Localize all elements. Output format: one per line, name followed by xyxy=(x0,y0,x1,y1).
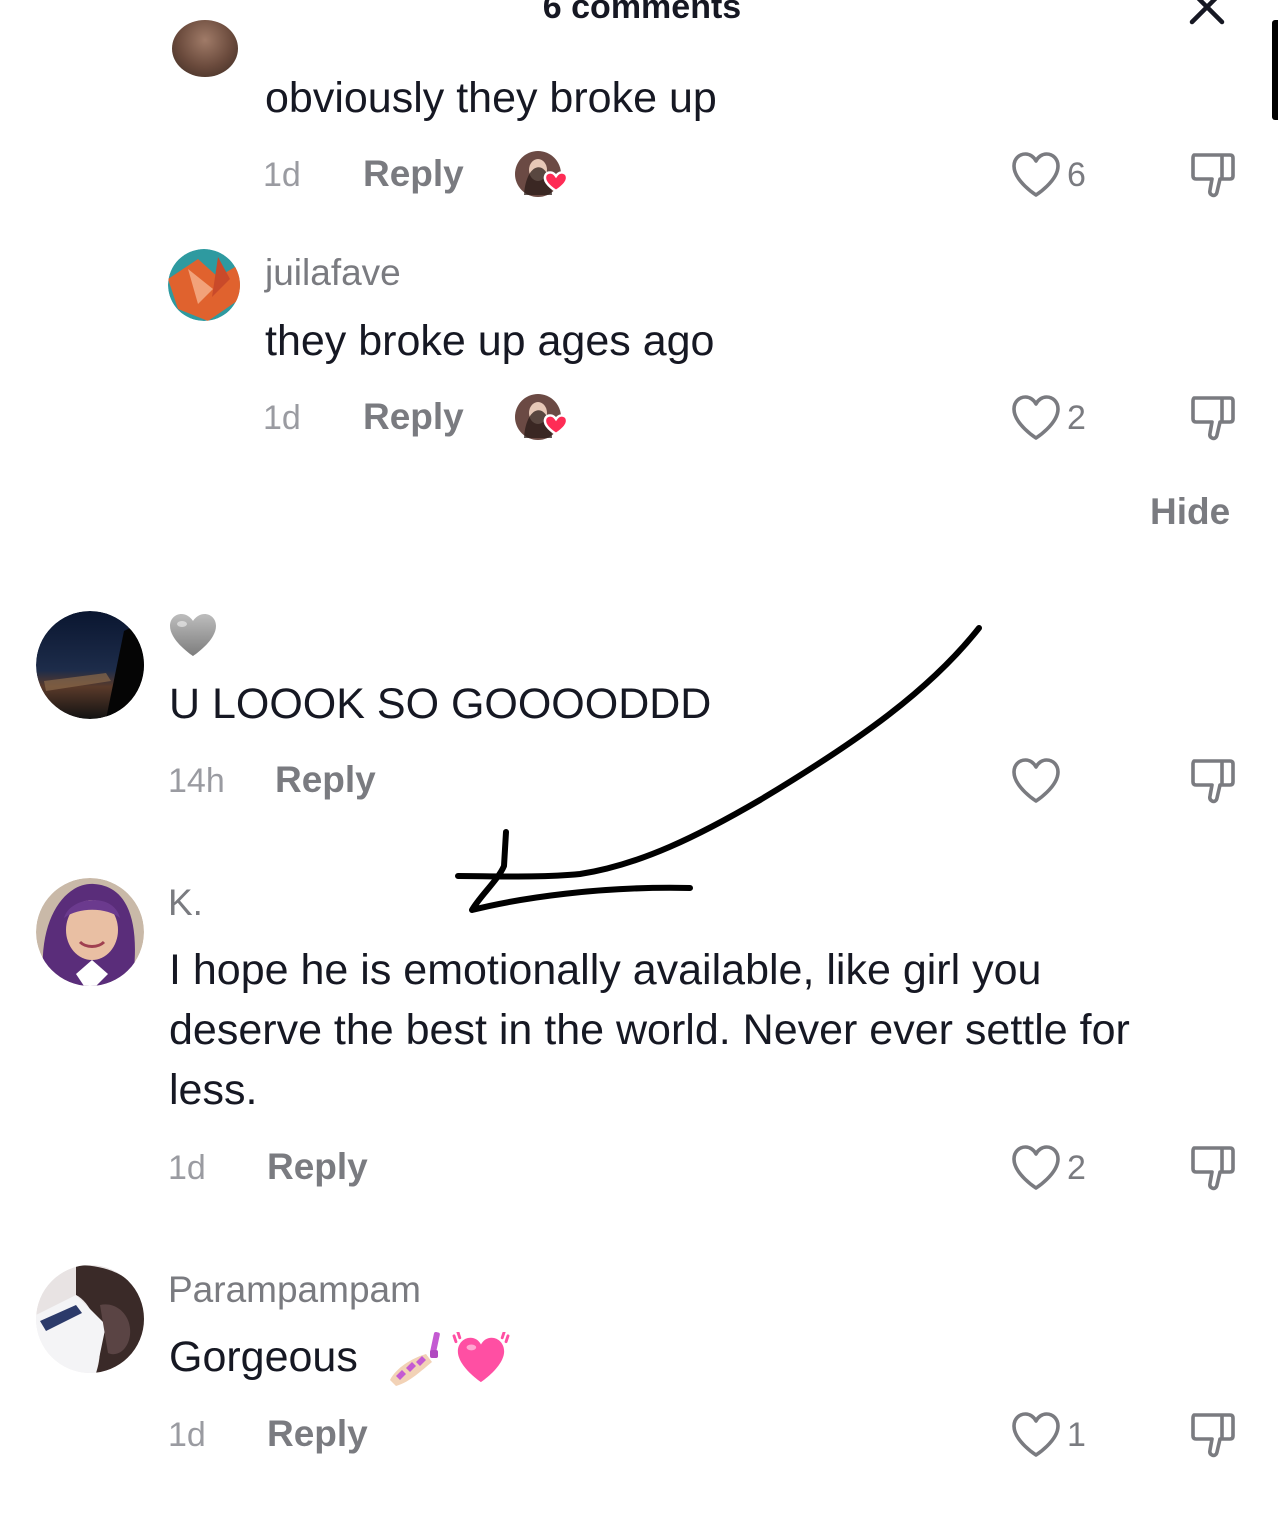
creator-liked-badge xyxy=(515,394,569,440)
comment-time: 1d xyxy=(263,399,301,437)
close-icon[interactable] xyxy=(1186,0,1228,32)
comment-username[interactable]: K. xyxy=(168,882,203,924)
heart-outline-icon[interactable] xyxy=(1010,394,1062,442)
dislike-icon[interactable] xyxy=(1188,150,1238,200)
avatar[interactable] xyxy=(36,878,144,986)
creator-liked-badge xyxy=(515,151,569,197)
comment-username[interactable]: Parampampam xyxy=(168,1269,421,1311)
reply-button[interactable]: Reply xyxy=(267,1146,368,1188)
avatar[interactable] xyxy=(172,20,238,77)
scroll-indicator xyxy=(1272,20,1280,120)
comment-text: U LOOOK SO GOOOODDD xyxy=(169,680,712,728)
reply-button[interactable]: Reply xyxy=(267,1413,368,1455)
hide-replies-button[interactable]: Hide xyxy=(1150,491,1230,533)
dislike-icon[interactable] xyxy=(1188,393,1238,443)
comment-text: Gorgeous xyxy=(169,1333,358,1381)
dislike-icon[interactable] xyxy=(1188,1410,1238,1460)
comment-time: 14h xyxy=(168,762,225,800)
reply-button[interactable]: Reply xyxy=(363,396,464,438)
like-count: 2 xyxy=(1067,399,1086,437)
comment-time: 1d xyxy=(263,156,301,194)
dislike-icon[interactable] xyxy=(1188,756,1238,806)
comment-text: they broke up ages ago xyxy=(265,317,715,365)
heart-outline-icon[interactable] xyxy=(1010,757,1062,805)
comment-text: obviously they broke up xyxy=(265,74,717,122)
avatar[interactable] xyxy=(36,1265,144,1373)
comment-time: 1d xyxy=(168,1149,206,1187)
nail-polish-emoji xyxy=(390,1331,440,1386)
reply-button[interactable]: Reply xyxy=(363,153,464,195)
dislike-icon[interactable] xyxy=(1188,1143,1238,1193)
comment-username[interactable]: juilafave xyxy=(265,252,401,294)
reply-button[interactable]: Reply xyxy=(275,759,376,801)
like-count: 6 xyxy=(1067,156,1086,194)
comment-time: 1d xyxy=(168,1416,206,1454)
avatar[interactable] xyxy=(36,611,144,719)
comment-text-line: I hope he is emotionally available, like… xyxy=(169,946,1042,994)
grey-heart-emoji xyxy=(170,614,216,656)
like-count: 2 xyxy=(1067,1149,1086,1187)
heart-outline-icon[interactable] xyxy=(1010,1411,1062,1459)
heart-outline-icon[interactable] xyxy=(1010,1144,1062,1192)
comment-text-line: deserve the best in the world. Never eve… xyxy=(169,1006,1130,1054)
comment-text-line: less. xyxy=(169,1066,258,1114)
heart-outline-icon[interactable] xyxy=(1010,151,1062,199)
sparkling-heart-emoji xyxy=(452,1332,510,1383)
avatar[interactable] xyxy=(168,249,240,321)
like-count: 1 xyxy=(1067,1416,1086,1454)
